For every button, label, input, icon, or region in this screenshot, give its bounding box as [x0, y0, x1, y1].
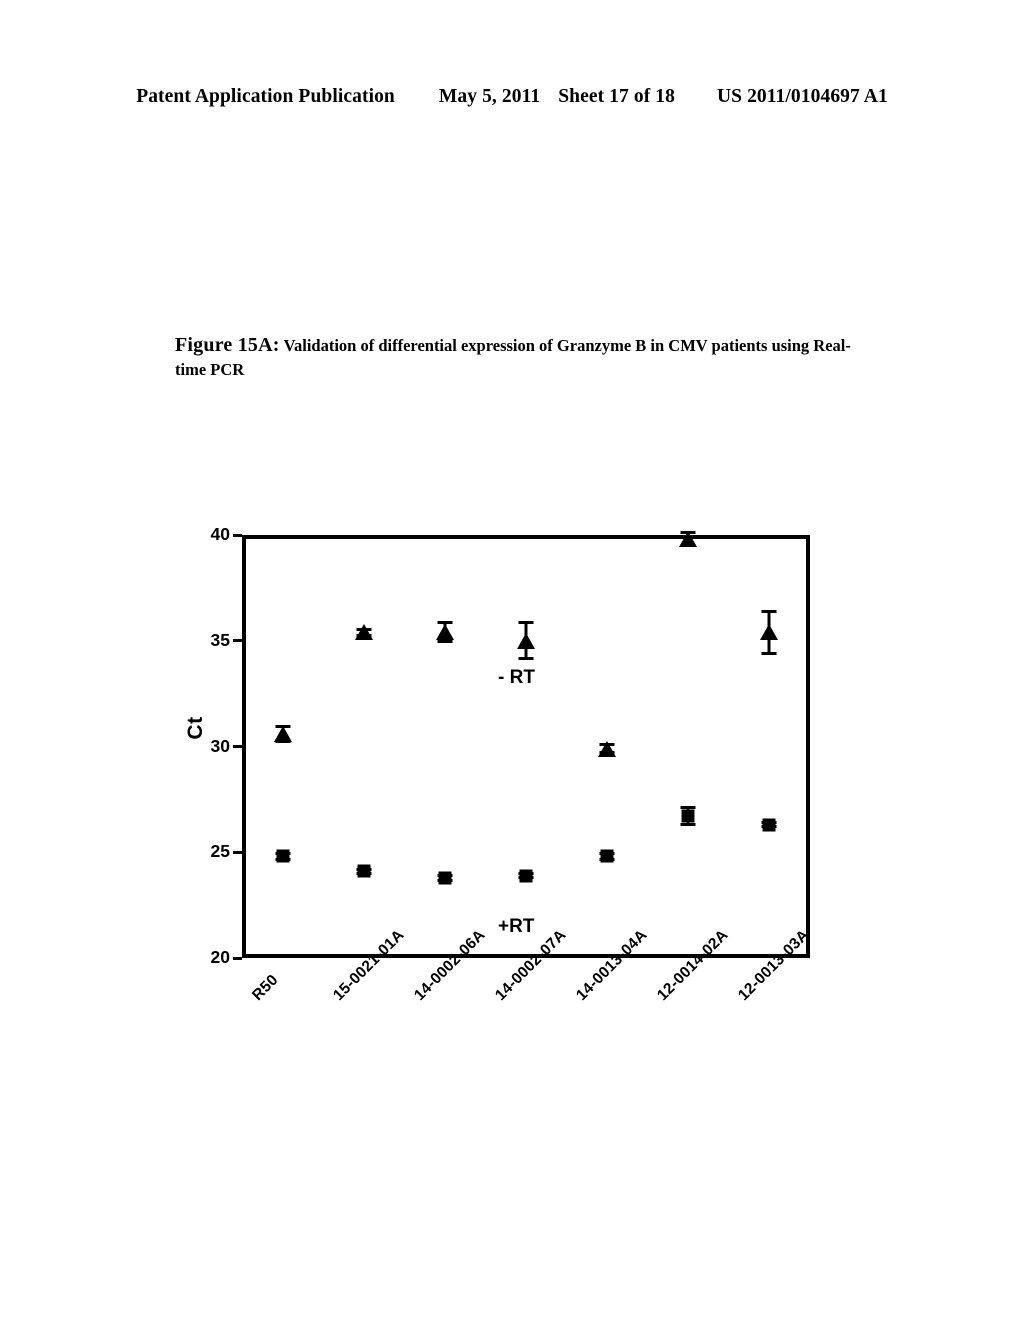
- y-tick-mark: [233, 639, 242, 643]
- data-point-square: [600, 849, 614, 863]
- error-bar-cap: [761, 651, 777, 655]
- x-tick-label: R50: [248, 971, 282, 1005]
- y-tick-label: 25: [210, 841, 230, 862]
- scatter-chart: Ct 20 25 30 35 40 R50 15-0021-01A 14-0002-06A 1…: [0, 0, 1024, 1320]
- error-bar-cap: [518, 621, 534, 625]
- data-point-square: [762, 818, 776, 832]
- error-bar-cap: [761, 609, 777, 613]
- error-bar-cap: [680, 823, 696, 827]
- data-point-triangle: [435, 624, 454, 641]
- data-point-triangle: [354, 624, 373, 641]
- y-tick-label: 20: [210, 947, 230, 967]
- y-tick-mark: [233, 956, 242, 960]
- data-point-triangle: [273, 725, 292, 742]
- error-bar-cap: [518, 657, 534, 661]
- data-point-square: [438, 871, 452, 885]
- data-point-square: [357, 864, 371, 878]
- data-point-square: [276, 849, 290, 863]
- data-point-triangle: [679, 531, 698, 548]
- y-tick-mark: [233, 745, 242, 748]
- data-point-triangle: [760, 624, 779, 641]
- data-point-triangle: [598, 740, 617, 757]
- data-point-square: [681, 809, 695, 823]
- y-tick-label: 30: [210, 735, 230, 756]
- y-tick-mark: [233, 533, 242, 537]
- series-annotation: +RT: [498, 916, 535, 938]
- data-point-triangle: [517, 632, 535, 649]
- y-tick-label: 35: [210, 629, 230, 650]
- y-tick-label: 40: [210, 524, 230, 544]
- error-bar-cap: [437, 640, 453, 644]
- data-point-square: [519, 869, 533, 882]
- plot-area: [242, 535, 810, 958]
- series-annotation: - RT: [498, 666, 535, 688]
- y-tick-mark: [233, 850, 242, 854]
